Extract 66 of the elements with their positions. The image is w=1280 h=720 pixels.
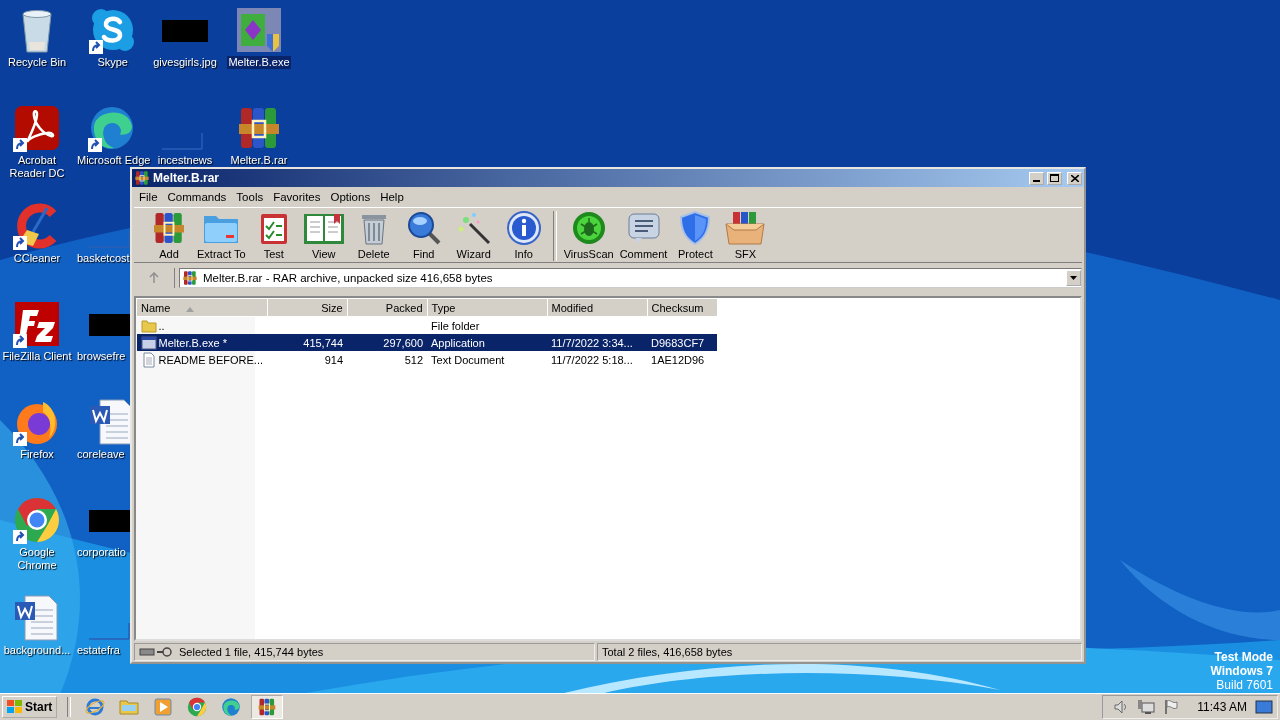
toolbar-button[interactable]: Test	[248, 210, 299, 260]
column-header[interactable]: Checksum	[647, 298, 718, 317]
table-cell: File folder	[431, 319, 480, 332]
window-title: Melter.B.rar	[153, 171, 221, 185]
menu-item[interactable]: Help	[375, 190, 409, 203]
toolbar-button[interactable]: Add	[144, 210, 194, 260]
file-row[interactable]: .. File folder	[136, 316, 718, 334]
toolbar-button[interactable]: Extract To	[194, 210, 249, 260]
file-name: ..	[158, 319, 165, 332]
file-row[interactable]: Melter.B.exe * 415,744 297,600 Application 11/7/2022 3:34... D9683CF7	[136, 334, 718, 351]
table-cell: 914	[324, 353, 344, 366]
file-row[interactable]: README BEFORE... 914 512 Text Document 11/7/2022 5:18... 1AE12D96	[136, 351, 718, 368]
system-info-text: Build 7601	[1216, 678, 1273, 692]
status-text: Selected 1 file, 415,744 bytes	[179, 646, 324, 658]
toolbar-button[interactable]: Comment	[616, 210, 671, 260]
desktop-icon-label[interactable]: Melter.B.exe	[227, 56, 291, 69]
column-header[interactable]: Modified	[547, 298, 648, 317]
toolbar-button[interactable]: Info	[498, 210, 549, 260]
column-header[interactable]: Packed	[347, 298, 428, 317]
toolbar-button[interactable]: Wizard	[448, 210, 499, 260]
address-field[interactable]: Melter.B.rar - RAR archive, unpacked size 416,658 bytes	[179, 268, 1082, 288]
table-cell: Application	[431, 336, 485, 349]
menu-item[interactable]: Options	[325, 190, 376, 203]
toolbar-button[interactable]: View	[298, 210, 349, 260]
system-info-text: Test Mode	[1214, 650, 1273, 664]
toolbar-button[interactable]: Delete	[348, 210, 399, 260]
column-header[interactable]: Name	[136, 298, 268, 317]
desktop-icon-label[interactable]: CCleaner	[1, 252, 73, 265]
menu-item[interactable]: Commands	[162, 190, 232, 203]
desktop-icon-label[interactable]: browsefre	[76, 350, 127, 363]
desktop-icon-label[interactable]: Melter.B.rar	[229, 154, 289, 167]
desktop-icon-label[interactable]: FileZilla Client	[1, 350, 73, 363]
system-info-text: Windows 7	[1210, 664, 1273, 678]
table-cell: 11/7/2022 5:18...	[551, 353, 633, 366]
table-cell: 297,600	[383, 336, 424, 349]
toolbar-button[interactable]: Find	[398, 210, 449, 260]
desktop-icon-label[interactable]: Microsoft Edge	[76, 154, 152, 167]
desktop-icon-label[interactable]: incestnews	[156, 154, 214, 167]
toolbar-button[interactable]: VirusScan	[560, 210, 617, 260]
toolbar-button[interactable]: SFX	[720, 210, 771, 260]
toolbar-button[interactable]: Protect	[670, 210, 721, 260]
desktop-icon-label[interactable]: basketcost	[76, 252, 131, 265]
column-header[interactable]: Size	[267, 298, 348, 317]
desktop-icon-label[interactable]: Skype	[96, 56, 129, 69]
desktop-icon-label[interactable]: corporatio	[76, 546, 127, 559]
menu-item[interactable]: Favorites	[268, 190, 326, 203]
column-header[interactable]: Type	[427, 298, 548, 317]
menu-item[interactable]: Tools	[231, 190, 269, 203]
desktop-icon-label[interactable]: givesgirls.jpg	[152, 56, 218, 69]
menu-item[interactable]: File	[134, 190, 163, 203]
clock[interactable]: 11:43 AM	[1197, 700, 1247, 714]
table-cell: Text Document	[431, 353, 505, 366]
table-cell: 11/7/2022 3:34...	[551, 336, 633, 349]
desktop-icon-label[interactable]: Firefox	[1, 448, 73, 461]
status-text: Total 2 files, 416,658 bytes	[602, 646, 733, 658]
desktop-icon-label[interactable]: Recycle Bin	[1, 56, 73, 69]
file-name: Melter.B.exe *	[158, 336, 227, 349]
desktop-icon-label[interactable]: estatefra	[76, 644, 121, 657]
table-cell: D9683CF7	[651, 336, 705, 349]
table-cell: 415,744	[303, 336, 344, 349]
table-cell: 1AE12D96	[651, 353, 705, 366]
desktop-icon-label[interactable]: Acrobat Reader DC	[1, 154, 73, 180]
file-name: README BEFORE...	[158, 353, 264, 366]
start-button[interactable]: Start	[2, 696, 58, 718]
table-cell: 512	[404, 353, 424, 366]
desktop-icon-label[interactable]: coreleave	[76, 448, 126, 461]
